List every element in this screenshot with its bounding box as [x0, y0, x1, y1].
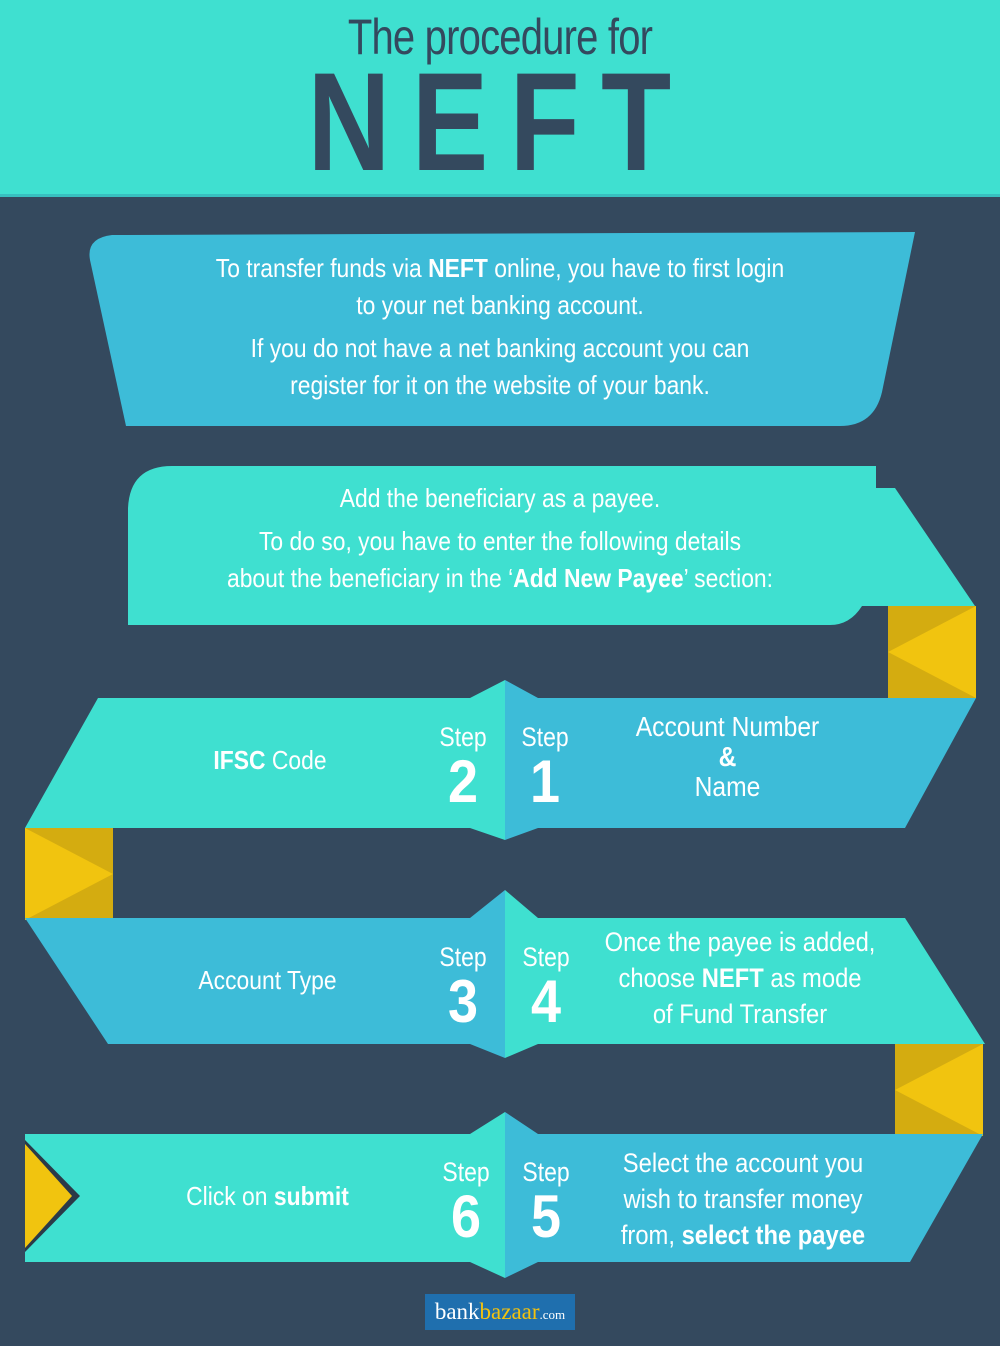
step1-line-3: Name — [694, 771, 761, 802]
step4-text: Once the payee is added, choose NEFT as … — [599, 924, 881, 1032]
step1-text: Account Number & Name — [598, 712, 858, 802]
step5-line-3: from, select the payee — [620, 1220, 866, 1250]
step5-line-1: Select the account you — [622, 1148, 864, 1178]
step1-number: 1 — [529, 748, 561, 815]
intro-line-4: register for it on the website of your b… — [290, 370, 710, 400]
intro-text: To transfer funds via NEFT online, you h… — [148, 250, 852, 404]
payee-line-1: Add the beneficiary as a payee. — [339, 483, 661, 513]
step2-text: IFSC Code — [213, 745, 327, 775]
fold-right-2 — [895, 1044, 983, 1136]
bankbazaar-logo: bankbazaar.com — [425, 1294, 575, 1330]
step1-line-2: & — [718, 741, 737, 772]
step3-text: Account Type — [198, 965, 337, 995]
step4-line-2: choose NEFT as mode — [618, 963, 862, 993]
step4-line-1: Once the payee is added, — [604, 927, 876, 957]
logo-com: .com — [539, 1307, 566, 1322]
step4-line-3: of Fund Transfer — [652, 999, 828, 1029]
logo-bank: bank — [434, 1299, 480, 1324]
step1-line-1: Account Number — [635, 711, 820, 742]
payee-text: Add the beneficiary as a payee. To do so… — [148, 480, 852, 597]
step6-number: 6 — [450, 1183, 482, 1250]
step5-line-2: wish to transfer money — [623, 1184, 863, 1214]
fold-right-1 — [888, 606, 976, 698]
intro-line-3: If you do not have a net banking account… — [250, 333, 750, 363]
step2-number: 2 — [447, 748, 479, 815]
step5-number: 5 — [530, 1183, 562, 1250]
payee-line-3: about the beneficiary in the ‘Add New Pa… — [226, 563, 774, 593]
step4-number: 4 — [530, 968, 562, 1035]
logo-bazaar: bazaar — [479, 1299, 540, 1324]
intro-line-1: To transfer funds via NEFT online, you h… — [215, 253, 785, 283]
step3-number: 3 — [447, 968, 479, 1035]
fold-left — [25, 828, 113, 920]
intro-line-2: to your net banking account. — [356, 290, 644, 320]
step6-text: Click on submit — [186, 1181, 349, 1211]
step5-text: Select the account you wish to transfer … — [602, 1145, 884, 1253]
payee-line-2: To do so, you have to enter the followin… — [258, 526, 742, 556]
